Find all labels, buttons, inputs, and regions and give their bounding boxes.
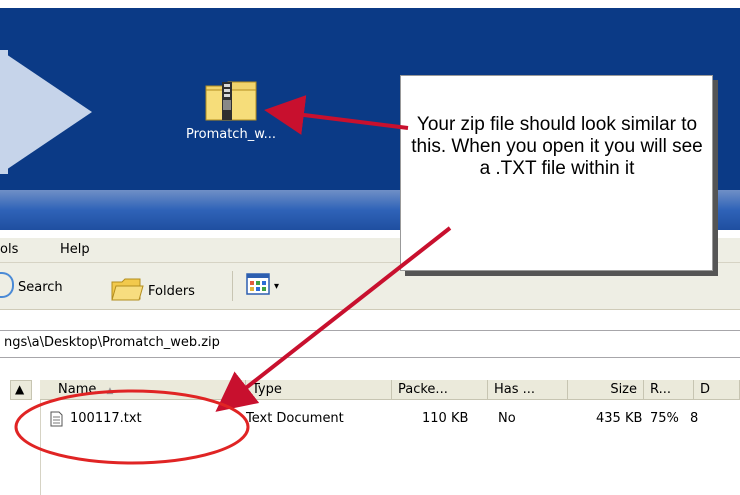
file-type: Text Document xyxy=(246,411,344,426)
column-header-row: Name ▲ Type Packe... Has ... Size R... D xyxy=(0,380,740,400)
column-header-size[interactable]: Size xyxy=(568,380,644,400)
menu-item-tools[interactable]: ols xyxy=(0,242,18,257)
left-pane xyxy=(0,400,41,495)
views-button[interactable]: ▾ xyxy=(246,273,279,299)
file-ratio: 75% xyxy=(650,411,679,426)
file-size: 435 KB xyxy=(596,411,643,426)
column-header-ratio[interactable]: R... xyxy=(644,380,694,400)
callout-box: Your zip file should look similar to thi… xyxy=(400,75,713,271)
address-path: ngs\a\Desktop\Promatch_web.zip xyxy=(4,335,220,350)
column-header-type[interactable]: Type xyxy=(246,380,392,400)
top-margin xyxy=(0,0,740,8)
file-has-password: No xyxy=(498,411,516,426)
file-packed-size: 110 KB xyxy=(422,411,469,426)
toolbar-separator xyxy=(232,271,233,301)
folders-button[interactable]: Folders xyxy=(110,276,195,306)
sort-ascending-icon: ▲ xyxy=(106,386,114,396)
column-header-date[interactable]: D xyxy=(694,380,740,400)
views-icon xyxy=(246,273,270,299)
play-arrow-shape xyxy=(0,50,92,174)
zip-file-label[interactable]: Promatch_w... xyxy=(166,127,296,142)
text-file-icon xyxy=(50,411,63,431)
folders-button-label: Folders xyxy=(148,283,195,299)
search-button-label: Search xyxy=(18,279,63,295)
table-row[interactable]: 100117.txt Text Document 110 KB No 435 K… xyxy=(40,410,740,430)
search-button[interactable]: Search xyxy=(0,272,63,298)
zip-folder-icon[interactable] xyxy=(204,78,258,122)
column-header-name[interactable]: Name ▲ xyxy=(40,380,246,400)
column-header-packed[interactable]: Packe... xyxy=(392,380,488,400)
search-icon xyxy=(0,272,14,298)
column-name-label: Name xyxy=(58,382,97,397)
folders-icon xyxy=(110,276,144,306)
menu-item-help[interactable]: Help xyxy=(60,242,90,257)
column-header-has-password[interactable]: Has ... xyxy=(488,380,568,400)
chevron-down-icon: ▾ xyxy=(274,280,280,292)
callout-text: Your zip file should look similar to thi… xyxy=(411,114,703,179)
file-extra: 8 xyxy=(690,411,699,426)
address-bar[interactable]: ngs\a\Desktop\Promatch_web.zip xyxy=(0,330,740,358)
file-name: 100117.txt xyxy=(70,411,142,426)
